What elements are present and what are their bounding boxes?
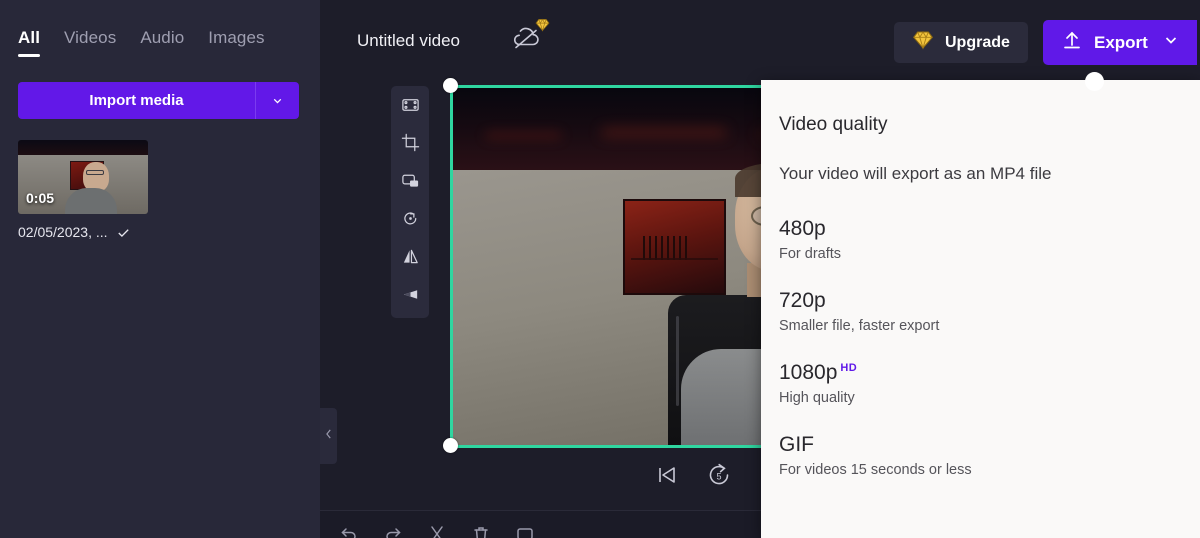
import-media-group: Import media <box>18 82 299 119</box>
fade-button[interactable] <box>395 282 425 312</box>
upload-icon <box>1061 29 1083 56</box>
split-icon <box>428 525 446 538</box>
fit-to-screen-button[interactable] <box>395 92 425 122</box>
export-option-720p-label: 720p <box>779 289 826 312</box>
timeline-tool-group <box>340 525 534 538</box>
export-label: Export <box>1094 32 1148 52</box>
export-option-1080p-label: 1080p <box>779 361 838 384</box>
diamond-icon <box>912 30 934 55</box>
captions-icon <box>516 525 534 538</box>
media-meta: 02/05/2023, ... <box>18 224 288 240</box>
media-name: 02/05/2023, ... <box>18 224 108 240</box>
rotate-button[interactable] <box>395 206 425 236</box>
mouse-cursor-indicator <box>1085 72 1104 91</box>
media-list-item[interactable]: 0:05 02/05/2023, ... <box>18 140 288 240</box>
export-option-1080p-desc: High quality <box>779 390 855 406</box>
cloud-off-icon <box>510 27 544 56</box>
picture-in-picture-button[interactable] <box>395 168 425 198</box>
export-option-480p-desc: For drafts <box>779 246 842 262</box>
selection-handle-top-left[interactable] <box>443 78 458 93</box>
export-option-gif-label: GIF <box>779 433 814 456</box>
delete-button[interactable] <box>472 525 490 538</box>
redo-button[interactable] <box>384 525 402 538</box>
check-icon <box>116 225 131 240</box>
tab-audio[interactable]: Audio <box>140 28 184 57</box>
diamond-icon <box>535 18 550 37</box>
redo-icon <box>384 525 402 538</box>
tab-audio-label: Audio <box>140 28 185 47</box>
export-quality-panel: Video quality Your video will export as … <box>761 80 1200 538</box>
flip-horizontal-icon <box>401 247 420 271</box>
upgrade-button[interactable]: Upgrade <box>894 22 1028 63</box>
import-media-dropdown-button[interactable] <box>255 82 299 119</box>
delete-icon <box>472 525 490 538</box>
media-thumbnail[interactable]: 0:05 <box>18 140 148 214</box>
export-option-1080p[interactable]: 1080p HD High quality <box>779 361 1200 406</box>
tab-all[interactable]: All <box>18 28 41 57</box>
cloud-off-button[interactable] <box>510 18 550 56</box>
upgrade-label: Upgrade <box>945 33 1010 51</box>
split-button[interactable] <box>428 525 446 538</box>
skip-to-start-icon <box>654 462 680 493</box>
top-bar: Untitled video Upgrade Export <box>320 0 1200 72</box>
skip-to-start-button[interactable] <box>654 462 680 493</box>
picture-in-picture-icon <box>401 171 420 195</box>
crop-icon <box>401 133 420 157</box>
undo-icon <box>340 525 358 538</box>
export-button[interactable]: Export <box>1043 20 1197 65</box>
crop-button[interactable] <box>395 130 425 160</box>
export-option-480p-label: 480p <box>779 217 826 240</box>
export-option-gif[interactable]: GIF For videos 15 seconds or less <box>779 433 1200 478</box>
export-option-720p[interactable]: 720p Smaller file, faster export <box>779 289 1200 334</box>
media-duration: 0:05 <box>26 190 55 206</box>
media-sidebar: All Videos Audio Images Import media 0:0… <box>0 0 320 538</box>
fit-to-screen-icon <box>401 95 420 119</box>
export-panel-subtitle: Your video will export as an MP4 file <box>779 164 1052 183</box>
preview-scene-picture <box>622 198 727 296</box>
project-title[interactable]: Untitled video <box>357 31 460 51</box>
preview-tool-rail <box>391 86 429 318</box>
hd-badge: HD <box>840 362 858 374</box>
captions-button[interactable] <box>516 525 534 538</box>
undo-button[interactable] <box>340 525 358 538</box>
tab-all-label: All <box>18 28 41 47</box>
tab-videos-label: Videos <box>64 28 117 47</box>
export-option-480p[interactable]: 480p For drafts <box>779 217 1200 262</box>
chevron-left-icon <box>324 427 334 445</box>
selection-handle-bottom-left[interactable] <box>443 438 458 453</box>
rotate-icon <box>401 209 420 233</box>
media-tabs: All Videos Audio Images <box>18 28 265 57</box>
svg-text:5: 5 <box>716 472 721 482</box>
import-media-button[interactable]: Import media <box>18 82 255 119</box>
export-panel-title: Video quality <box>779 114 888 135</box>
sidebar-collapse-button[interactable] <box>320 408 337 464</box>
tab-videos[interactable]: Videos <box>64 28 116 57</box>
fade-icon <box>401 285 420 309</box>
clipchamp-editor: All Videos Audio Images Import media 0:0… <box>0 0 1200 538</box>
import-media-label: Import media <box>89 92 184 109</box>
rewind-5-seconds-icon: 5 <box>706 462 732 493</box>
rewind-5-seconds-button[interactable]: 5 <box>706 462 732 493</box>
flip-horizontal-button[interactable] <box>395 244 425 274</box>
tab-images-label: Images <box>208 28 265 47</box>
export-option-gif-desc: For videos 15 seconds or less <box>779 462 972 478</box>
chevron-down-icon <box>1163 32 1179 53</box>
playback-controls: 5 <box>654 462 732 493</box>
chevron-down-icon <box>271 94 284 107</box>
export-option-720p-desc: Smaller file, faster export <box>779 318 940 334</box>
tab-images[interactable]: Images <box>208 28 264 57</box>
